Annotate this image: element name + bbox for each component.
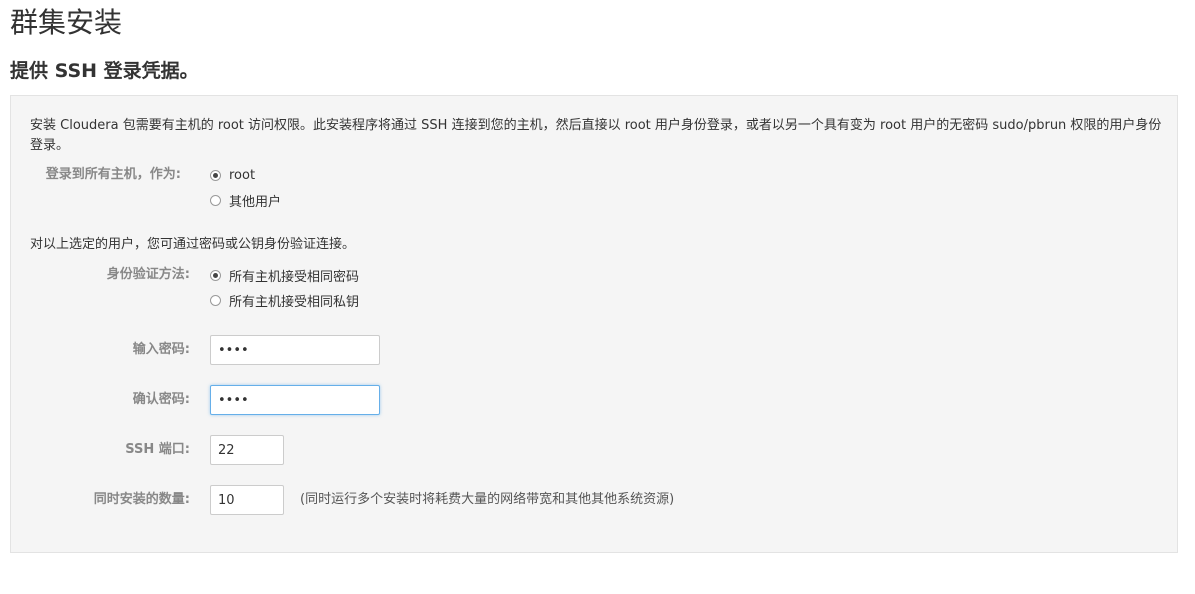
- confirm-password-input[interactable]: [210, 385, 380, 415]
- auth-intro-text: 对以上选定的用户，您可通过密码或公钥身份验证连接。: [30, 237, 356, 252]
- simultaneous-installs-input[interactable]: [210, 485, 284, 515]
- confirm-password-label: 确认密码:: [132, 392, 190, 407]
- radio-root[interactable]: root: [210, 165, 255, 185]
- radio-other-user-label: 其他用户: [229, 194, 282, 210]
- radio-same-private-key-label: 所有主机接受相同私钥: [229, 294, 360, 310]
- ssh-port-label: SSH 端口:: [125, 442, 190, 457]
- intro-text: 安装 Cloudera 包需要有主机的 root 访问权限。此安装程序将通过 S…: [30, 118, 1162, 153]
- simultaneous-installs-hint: (同时运行多个安装时将耗费大量的网络带宽和其他其他系统资源): [300, 492, 675, 507]
- password-input[interactable]: [210, 335, 380, 365]
- radio-same-password-label: 所有主机接受相同密码: [229, 269, 360, 285]
- page-title: 群集安装: [10, 6, 123, 39]
- radio-checked-icon[interactable]: [210, 269, 221, 281]
- auth-method-label: 身份验证方法:: [106, 267, 190, 282]
- simultaneous-installs-label: 同时安装的数量:: [93, 492, 190, 507]
- page-subtitle: 提供 SSH 登录凭据。: [10, 60, 199, 82]
- radio-checked-icon[interactable]: [210, 169, 221, 181]
- radio-root-label: root: [229, 167, 256, 183]
- radio-same-private-key[interactable]: 所有主机接受相同私钥: [210, 290, 359, 310]
- radio-unchecked-icon[interactable]: [210, 194, 221, 206]
- radio-same-password[interactable]: 所有主机接受相同密码: [210, 265, 359, 285]
- login-as-label: 登录到所有主机，作为:: [45, 167, 181, 182]
- radio-other-user[interactable]: 其他用户: [210, 190, 281, 210]
- password-label: 输入密码:: [132, 342, 190, 357]
- credentials-panel: 安装 Cloudera 包需要有主机的 root 访问权限。此安装程序将通过 S…: [10, 95, 1178, 553]
- ssh-port-input[interactable]: [210, 435, 284, 465]
- radio-unchecked-icon[interactable]: [210, 294, 221, 306]
